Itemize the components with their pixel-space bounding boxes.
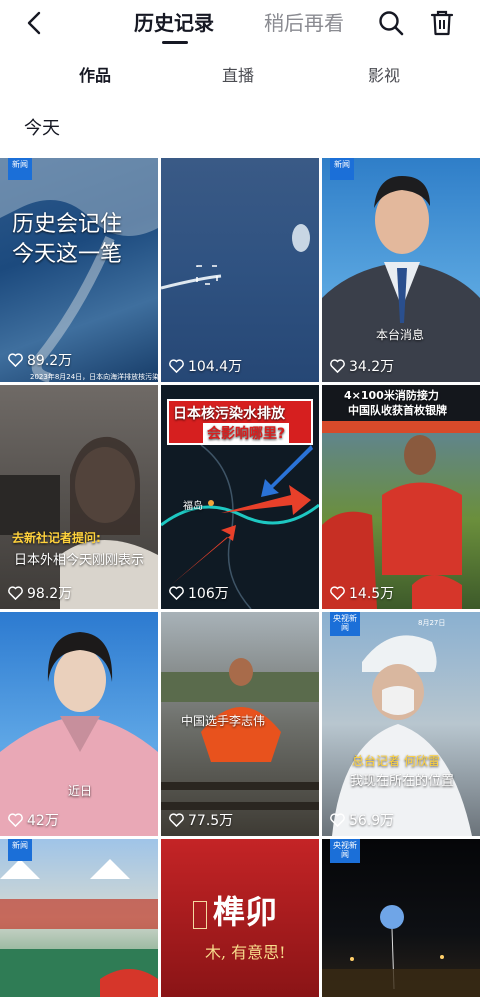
tile-caption-2: 今天这一笔 bbox=[12, 242, 123, 267]
video-tile[interactable]: 中国选手李志伟 77.5万 bbox=[161, 612, 319, 836]
press-room-image bbox=[0, 436, 158, 609]
top-bar: 历史记录 稍后再看 bbox=[0, 0, 480, 50]
like-count-text: 34.2万 bbox=[349, 359, 395, 375]
heart-icon bbox=[330, 813, 345, 827]
tile-note: 8月27日 bbox=[418, 619, 446, 627]
subtab-film[interactable]: 影视 bbox=[368, 66, 400, 86]
tile-caption: 日本核污染水排放 bbox=[173, 406, 285, 422]
like-count-text: 77.5万 bbox=[188, 813, 234, 829]
heart-icon bbox=[169, 359, 184, 373]
heart-icon bbox=[8, 813, 23, 827]
field-image bbox=[0, 859, 158, 997]
video-tile[interactable]: 近日 42万 bbox=[0, 612, 158, 836]
news-badge: 新闻 bbox=[8, 839, 32, 861]
tile-caption-2: 会影响哪里? bbox=[203, 423, 290, 443]
like-count: 104.4万 bbox=[169, 356, 242, 376]
like-count: 42万 bbox=[8, 810, 59, 830]
tile-caption: 本台消息 bbox=[376, 328, 425, 342]
heart-icon bbox=[8, 353, 23, 367]
like-count: 89.2万 bbox=[8, 350, 72, 370]
coastline-image bbox=[0, 158, 158, 382]
like-count: 56.9万 bbox=[330, 810, 394, 830]
like-count-text: 56.9万 bbox=[349, 813, 395, 829]
tile-caption-2: 我现在所在的位置 bbox=[350, 774, 455, 789]
map-label: 福岛 bbox=[183, 501, 203, 512]
like-count-text: 42万 bbox=[27, 813, 59, 829]
subtab-live[interactable]: 直播 bbox=[222, 66, 254, 86]
active-tab-indicator bbox=[162, 41, 188, 44]
tile-caption: 去新社记者提问: bbox=[12, 531, 101, 545]
tile-caption-2: 日本外相今天刚刚表示 bbox=[14, 553, 145, 568]
tile-note: 2023年8月24日，日本向海洋排放核污染水 bbox=[30, 373, 158, 381]
video-tile[interactable]: 新闻 bbox=[0, 839, 158, 997]
video-tile[interactable]: 去新社记者提问: 日本外相今天刚刚表示 98.2万 bbox=[0, 385, 158, 609]
like-count-text: 89.2万 bbox=[27, 353, 73, 369]
cctv-news-badge: 央视新闻 bbox=[330, 612, 360, 636]
video-tile[interactable]: 日本核污染水排放 会影响哪里? 福岛 106万 bbox=[161, 385, 319, 609]
like-count: 34.2万 bbox=[330, 356, 394, 376]
video-tile[interactable]: 榫卯 木, 有意思! bbox=[161, 839, 319, 997]
tile-caption-2: 木, 有意思! bbox=[205, 943, 286, 962]
tile-caption: 近日 bbox=[68, 784, 93, 798]
like-count-text: 106万 bbox=[188, 586, 229, 602]
tile-caption: 总台记者 何欣雷 bbox=[352, 754, 440, 768]
seal-stamp bbox=[193, 901, 207, 929]
trash-icon[interactable] bbox=[428, 9, 456, 37]
heart-icon bbox=[169, 813, 184, 827]
heart-icon bbox=[169, 586, 184, 600]
anchor-image bbox=[0, 632, 158, 836]
tab-watch-later[interactable]: 稍后再看 bbox=[264, 10, 344, 36]
like-count-text: 14.5万 bbox=[349, 586, 395, 602]
search-icon[interactable] bbox=[377, 9, 405, 37]
like-count: 14.5万 bbox=[330, 583, 394, 603]
tile-caption: 中国选手李志伟 bbox=[181, 714, 266, 728]
video-tile[interactable]: 央视新闻 bbox=[322, 839, 480, 997]
like-count-text: 98.2万 bbox=[27, 586, 73, 602]
ocean-image bbox=[161, 224, 310, 290]
tile-caption: 4×100米消防接力 bbox=[344, 389, 439, 402]
subtab-works[interactable]: 作品 bbox=[79, 66, 111, 86]
cctv-news-badge: 央视新闻 bbox=[330, 839, 360, 863]
reporter-image bbox=[332, 635, 472, 836]
section-title-today: 今天 bbox=[24, 118, 60, 139]
tile-caption-2: 中国队收获首枚银牌 bbox=[348, 404, 447, 417]
heart-icon bbox=[330, 586, 345, 600]
news-badge: 新闻 bbox=[8, 158, 32, 180]
athletes-image bbox=[322, 421, 480, 609]
video-tile[interactable]: 新闻 本台消息 34.2万 bbox=[322, 158, 480, 382]
like-count: 106万 bbox=[169, 583, 229, 603]
like-count: 77.5万 bbox=[169, 810, 233, 830]
like-count-text: 104.4万 bbox=[188, 359, 243, 375]
tile-caption: 历史会记住 bbox=[12, 212, 123, 237]
like-count: 98.2万 bbox=[8, 583, 72, 603]
video-tile[interactable]: 4×100米消防接力 中国队收获首枚银牌 14.5万 bbox=[322, 385, 480, 609]
heart-icon bbox=[330, 359, 345, 373]
video-tile[interactable]: 104.4万 bbox=[161, 158, 319, 382]
video-tile[interactable]: 央视新闻 8月27日 总台记者 何欣雷 我现在所在的位置 56.9万 bbox=[322, 612, 480, 836]
tile-caption: 榫卯 bbox=[213, 893, 278, 931]
video-tile[interactable]: 新闻 历史会记住 今天这一笔 2023年8月24日，日本向海洋排放核污染水 89… bbox=[0, 158, 158, 382]
anchor-image bbox=[322, 176, 480, 382]
news-badge: 新闻 bbox=[330, 158, 354, 180]
back-arrow-icon[interactable] bbox=[20, 8, 50, 38]
heart-icon bbox=[8, 586, 23, 600]
tab-history[interactable]: 历史记录 bbox=[134, 10, 214, 36]
